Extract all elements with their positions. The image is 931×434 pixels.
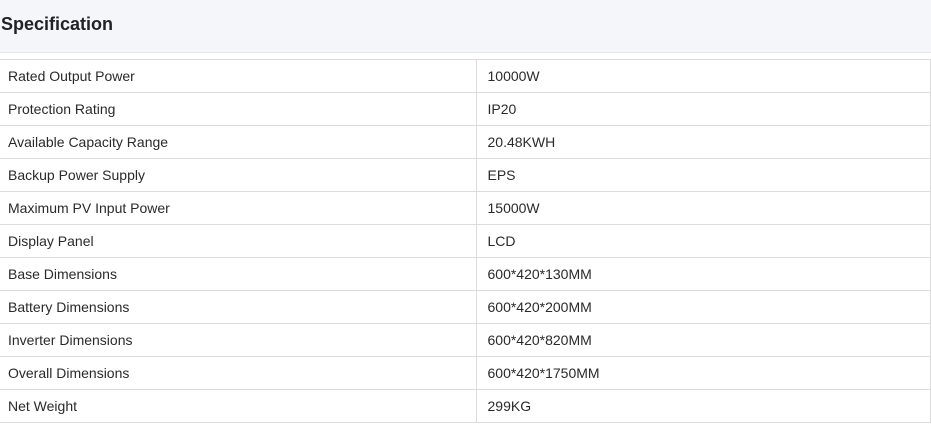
spec-name: Battery Dimensions — [0, 290, 477, 324]
spec-name: Display Panel — [0, 224, 477, 258]
spec-value: EPS — [475, 158, 931, 192]
table-row: Overall Dimensions 600*420*1750MM — [0, 356, 931, 390]
spec-value: 15000W — [475, 191, 931, 225]
spec-name: Overall Dimensions — [0, 356, 477, 390]
spec-name: Maximum PV Input Power — [0, 191, 477, 225]
table-row: Display Panel LCD — [0, 224, 931, 258]
spec-value: 10000W — [475, 59, 931, 93]
spec-value: IP20 — [475, 92, 931, 126]
table-row: Rated Output Power 10000W — [0, 59, 931, 93]
specification-header: Specification — [0, 0, 931, 53]
spec-value: 20.48KWH — [475, 125, 931, 159]
table-row: Available Capacity Range 20.48KWH — [0, 125, 931, 159]
spec-name: Available Capacity Range — [0, 125, 477, 159]
spec-value: 600*420*1750MM — [475, 356, 931, 390]
spec-name: Backup Power Supply — [0, 158, 477, 192]
specification-table: Rated Output Power 10000W Protection Rat… — [0, 59, 931, 423]
section-title: Specification — [1, 14, 114, 34]
spec-name: Net Weight — [0, 389, 477, 423]
spec-name: Inverter Dimensions — [0, 323, 477, 357]
spec-value: 600*420*130MM — [475, 257, 931, 291]
spec-name: Protection Rating — [0, 92, 477, 126]
table-row: Base Dimensions 600*420*130MM — [0, 257, 931, 291]
spec-name: Base Dimensions — [0, 257, 477, 291]
spec-value: 600*420*820MM — [475, 323, 931, 357]
spec-value: LCD — [475, 224, 931, 258]
table-row: Inverter Dimensions 600*420*820MM — [0, 323, 931, 357]
table-row: Backup Power Supply EPS — [0, 158, 931, 192]
table-row: Protection Rating IP20 — [0, 92, 931, 126]
table-row: Net Weight 299KG — [0, 389, 931, 423]
spec-value: 299KG — [475, 389, 931, 423]
spec-value: 600*420*200MM — [475, 290, 931, 324]
table-row: Maximum PV Input Power 15000W — [0, 191, 931, 225]
table-row: Battery Dimensions 600*420*200MM — [0, 290, 931, 324]
spec-name: Rated Output Power — [0, 59, 477, 93]
